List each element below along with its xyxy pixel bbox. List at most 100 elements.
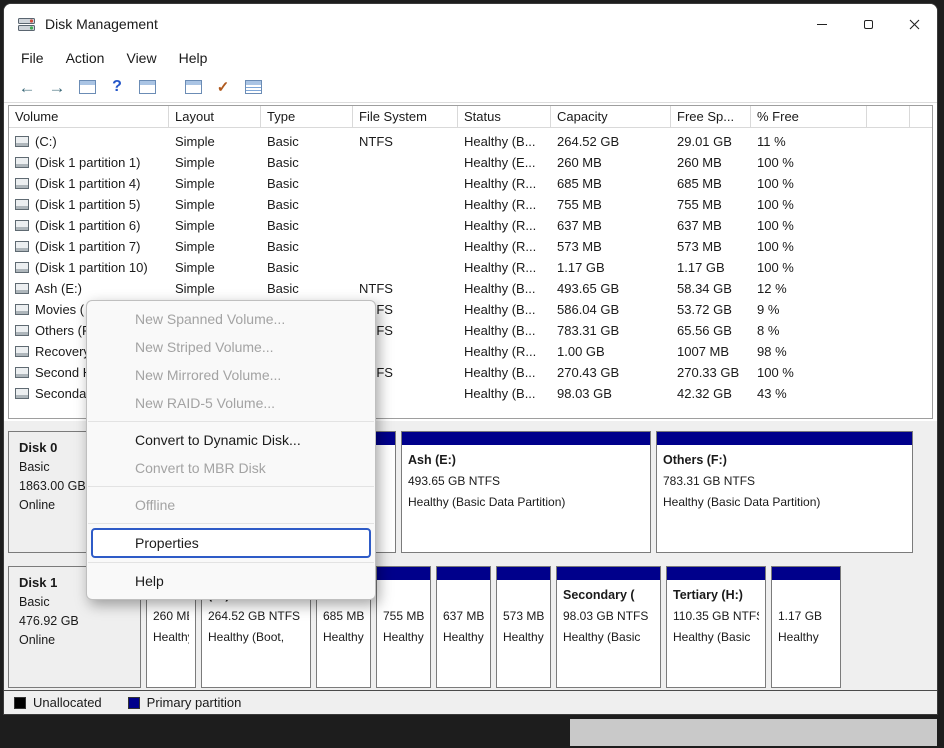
- volume-row[interactable]: (Disk 1 partition 1)SimpleBasicHealthy (…: [9, 152, 932, 173]
- cell-fs: NTFS: [353, 278, 458, 299]
- volume-row[interactable]: (C:)SimpleBasicNTFSHealthy (B...264.52 G…: [9, 131, 932, 152]
- cell-fs: NTFS: [353, 131, 458, 152]
- legend-swatch: [14, 697, 26, 709]
- column-header-free[interactable]: Free Sp...: [671, 106, 751, 127]
- column-header-status[interactable]: Status: [458, 106, 551, 127]
- partition-size: 573 MB: [503, 606, 544, 627]
- legend-bar: UnallocatedPrimary partition: [4, 690, 937, 714]
- partition[interactable]: 637 MBHealthy (: [436, 566, 491, 688]
- partition-info: Ash (E:)493.65 GB NTFSHealthy (Basic Dat…: [402, 445, 650, 513]
- volume-row[interactable]: (Disk 1 partition 4)SimpleBasicHealthy (…: [9, 173, 932, 194]
- minimize-icon: [817, 24, 827, 25]
- cell-status: Healthy (R...: [458, 215, 551, 236]
- partition-status: Healthy (Basic Data Partition): [408, 492, 644, 513]
- volume-name: Seconda: [35, 386, 86, 401]
- partition[interactable]: 1.17 GBHealthy: [771, 566, 841, 688]
- cell-layout: Simple: [169, 257, 261, 278]
- cell-status: Healthy (R...: [458, 257, 551, 278]
- column-header-volume[interactable]: Volume: [9, 106, 169, 127]
- cell-free: 685 MB: [671, 173, 751, 194]
- cell-volume: (C:): [9, 131, 169, 152]
- partition-info: 573 MBHealthy (: [497, 580, 550, 648]
- window-controls: [799, 4, 937, 44]
- menu-help[interactable]: Help: [168, 50, 219, 66]
- volume-row[interactable]: (Disk 1 partition 5)SimpleBasicHealthy (…: [9, 194, 932, 215]
- refresh-view-button[interactable]: [178, 74, 208, 100]
- volume-name: (Disk 1 partition 6): [35, 218, 140, 233]
- check-disk-button[interactable]: ✓: [208, 74, 238, 100]
- partition[interactable]: Secondary (98.03 GB NTFSHealthy (Basic: [556, 566, 661, 688]
- menu-action[interactable]: Action: [55, 50, 116, 66]
- cell-type: Basic: [261, 152, 353, 173]
- partition-color-bar: [772, 567, 840, 580]
- show-action-pane-button[interactable]: [132, 74, 162, 100]
- volume-name: (Disk 1 partition 5): [35, 197, 140, 212]
- partition[interactable]: Tertiary (H:)110.35 GB NTFSHealthy (Basi…: [666, 566, 766, 688]
- partition-status: Healthy (: [503, 627, 544, 648]
- column-header-fs[interactable]: File System: [353, 106, 458, 127]
- volume-row[interactable]: Ash (E:)SimpleBasicNTFSHealthy (B...493.…: [9, 278, 932, 299]
- partition-color-bar: [437, 567, 490, 580]
- volume-icon: [15, 262, 29, 273]
- partition-name: Others (F:): [663, 450, 906, 471]
- details-view-icon: [245, 80, 262, 94]
- volume-row[interactable]: (Disk 1 partition 10)SimpleBasicHealthy …: [9, 257, 932, 278]
- maximize-button[interactable]: [845, 4, 891, 44]
- menu-item-new-spanned-volume: New Spanned Volume...: [87, 305, 375, 333]
- column-header-layout[interactable]: Layout: [169, 106, 261, 127]
- back-icon: ←: [19, 79, 36, 96]
- partition[interactable]: 755 MBHealthy (: [376, 566, 431, 688]
- cell-pct: 100 %: [751, 173, 867, 194]
- disk-status: Online: [19, 633, 130, 647]
- minimize-button[interactable]: [799, 4, 845, 44]
- close-button[interactable]: [891, 4, 937, 44]
- cell-type: Basic: [261, 236, 353, 257]
- partition-status: Healthy (Basic: [673, 627, 759, 648]
- cell-capacity: 264.52 GB: [551, 131, 671, 152]
- cell-capacity: 783.31 GB: [551, 320, 671, 341]
- partition[interactable]: Others (F:)783.31 GB NTFSHealthy (Basic …: [656, 431, 913, 553]
- cell-type: Basic: [261, 194, 353, 215]
- forward-button[interactable]: →: [42, 74, 72, 100]
- volume-icon: [15, 325, 29, 336]
- partition[interactable]: Ash (E:)493.65 GB NTFSHealthy (Basic Dat…: [401, 431, 651, 553]
- back-button[interactable]: ←: [12, 74, 42, 100]
- cell-fs: [353, 152, 458, 173]
- details-view-button[interactable]: [238, 74, 268, 100]
- menu-file[interactable]: File: [10, 50, 55, 66]
- menu-view[interactable]: View: [115, 50, 167, 66]
- column-header-filler: [910, 106, 932, 127]
- partition-name: [778, 585, 834, 606]
- cell-pct: 100 %: [751, 362, 867, 383]
- volume-row[interactable]: (Disk 1 partition 7)SimpleBasicHealthy (…: [9, 236, 932, 257]
- cell-capacity: 586.04 GB: [551, 299, 671, 320]
- cell-capacity: 270.43 GB: [551, 362, 671, 383]
- menu-item-properties[interactable]: Properties: [91, 528, 371, 558]
- cell-fs: [353, 257, 458, 278]
- volume-icon: [15, 304, 29, 315]
- volume-icon: [15, 220, 29, 231]
- menu-item-help[interactable]: Help: [87, 567, 375, 595]
- volume-icon: [15, 199, 29, 210]
- show-console-tree-button[interactable]: [72, 74, 102, 100]
- close-icon: [909, 19, 920, 30]
- cell-volume: (Disk 1 partition 1): [9, 152, 169, 173]
- cell-capacity: 1.00 GB: [551, 341, 671, 362]
- partition-color-bar: [657, 432, 912, 445]
- cell-capacity: 685 MB: [551, 173, 671, 194]
- menu-item-convert-to-dynamic-disk[interactable]: Convert to Dynamic Disk...: [87, 426, 375, 454]
- legend-label: Unallocated: [33, 695, 102, 710]
- cell-status: Healthy (B...: [458, 131, 551, 152]
- column-header-type[interactable]: Type: [261, 106, 353, 127]
- partition-size: 637 MB: [443, 606, 484, 627]
- volume-row[interactable]: (Disk 1 partition 6)SimpleBasicHealthy (…: [9, 215, 932, 236]
- column-header-capacity[interactable]: Capacity: [551, 106, 671, 127]
- cell-capacity: 755 MB: [551, 194, 671, 215]
- volume-icon: [15, 241, 29, 252]
- cell-status: Healthy (R...: [458, 173, 551, 194]
- help-button[interactable]: ?: [102, 74, 132, 100]
- partition[interactable]: 573 MBHealthy (: [496, 566, 551, 688]
- column-header-pct[interactable]: % Free: [751, 106, 867, 127]
- partition-name: Secondary (: [563, 585, 654, 606]
- background-window-fragment: [570, 719, 937, 746]
